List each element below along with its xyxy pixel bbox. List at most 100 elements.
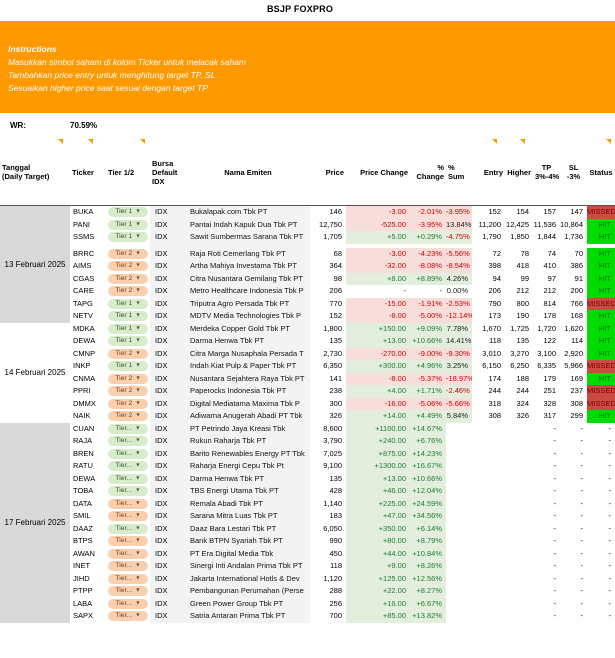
tier-dropdown[interactable]: Tier... ▼ [108, 536, 148, 547]
price-change-cell: +13.00 [346, 472, 410, 485]
higher-cell [505, 560, 533, 573]
tier-dropdown[interactable]: Tier... ▼ [108, 448, 148, 459]
tp-cell: 11,536 [533, 219, 556, 229]
higher-cell [505, 610, 533, 623]
pct-change-cell: +1.71% [410, 385, 446, 398]
sl-cell: 169 [570, 373, 583, 383]
tier-dropdown[interactable]: Tier... ▼ [108, 586, 148, 597]
tier-dropdown[interactable]: Tier 1 ▼ [108, 298, 148, 309]
chevron-down-icon: ▼ [135, 475, 141, 482]
tier-dropdown[interactable]: Tier... ▼ [108, 561, 148, 572]
entry-cell: 790 [488, 298, 501, 308]
tier-dropdown[interactable]: Tier... ▼ [108, 611, 148, 622]
tier-dropdown[interactable]: Tier... ▼ [108, 473, 148, 484]
header-tp: TP 3%-4% [535, 163, 560, 181]
tier-label: Tier... [115, 499, 133, 507]
tier-dropdown[interactable]: Tier 1 ▼ [108, 336, 148, 347]
tier-dropdown[interactable]: Tier... ▼ [108, 498, 148, 509]
ticker-cell: MDKA [73, 323, 95, 333]
sl-cell: 2,920 [564, 348, 583, 358]
pct-sum-cell: 4.26% [446, 272, 472, 285]
tier-dropdown[interactable]: Tier 2 ▼ [108, 348, 148, 359]
company-name-cell: Raja Roti Cemerlang Tbk PT [186, 247, 310, 260]
price-cell: 1,705 [323, 232, 342, 241]
chevron-down-icon: ▼ [135, 262, 141, 269]
tier-dropdown[interactable]: Tier... ▼ [108, 511, 148, 522]
sl-cell: 200 [570, 286, 583, 295]
entry-cell: 94 [492, 273, 501, 283]
sl-cell: - [580, 423, 584, 433]
higher-cell: 326 [516, 411, 529, 420]
entry-cell [472, 548, 505, 561]
price-change-cell: +85.00 [346, 610, 410, 623]
tier-dropdown[interactable]: Tier... ▼ [108, 423, 148, 434]
tier-dropdown[interactable]: Tier 2 ▼ [108, 273, 148, 284]
higher-cell [505, 435, 533, 448]
entry-cell [472, 435, 505, 448]
price-change-cell: +300.00 [346, 360, 410, 373]
ticker-cell: TOBA [73, 486, 94, 495]
bursa-cell: IDX [150, 560, 186, 573]
price-cell: 146 [329, 207, 342, 216]
date-group: 13 Februari 2025 BUKA Tier 1 ▼ IDX Bukalapak.… [0, 206, 615, 323]
tier-label: Tier 1 [115, 220, 133, 228]
price-cell: 135 [329, 473, 342, 483]
chevron-down-icon: ▼ [135, 208, 141, 215]
pct-sum-cell [446, 560, 472, 573]
tp-cell: - [553, 586, 557, 595]
ticker-cell: NETV [73, 311, 94, 320]
tier-dropdown[interactable]: Tier 2 ▼ [108, 411, 148, 422]
bursa-cell: IDX [150, 510, 186, 523]
tier-dropdown[interactable]: Tier 2 ▼ [108, 398, 148, 409]
table-row: PTPP Tier... ▼ IDX Pembangunan Perumahan (Pe… [70, 585, 615, 598]
entry-cell [472, 560, 505, 573]
tier-label: Tier... [115, 574, 133, 582]
tier-cell: Tier... ▼ [106, 485, 150, 498]
bursa-cell: IDX [150, 231, 186, 244]
price-change-cell: +46.00 [346, 485, 410, 498]
entry-cell [472, 535, 505, 548]
tier-label: Tier 1 [115, 299, 133, 307]
ticker-cell: TAPG [73, 298, 93, 308]
sl-cell: - [580, 473, 584, 483]
tier-dropdown[interactable]: Tier... ▼ [108, 548, 148, 559]
tier-cell: Tier... ▼ [106, 560, 150, 573]
pct-sum-cell [446, 585, 472, 598]
tier-dropdown[interactable]: Tier 1 ▼ [108, 232, 148, 243]
entry-cell [472, 460, 505, 473]
price-cell: 700 [329, 611, 342, 620]
tier-dropdown[interactable]: Tier 2 ▼ [108, 261, 148, 272]
tier-label: Tier... [115, 474, 133, 482]
tier-dropdown[interactable]: Tier 2 ▼ [108, 286, 148, 297]
tier-dropdown[interactable]: Tier... ▼ [108, 573, 148, 584]
tier-dropdown[interactable]: Tier... ▼ [108, 523, 148, 534]
pct-sum-cell: -9.30% [446, 347, 472, 360]
date-cell: 17 Februari 2025 [0, 422, 70, 623]
header-pct-sum: % Sum [448, 163, 465, 181]
pct-change-cell: +8.89% [410, 272, 446, 285]
tier-label: Tier 2 [115, 262, 133, 270]
tier-dropdown[interactable]: Tier... ▼ [108, 598, 148, 609]
note-indicator-icon [520, 139, 525, 144]
chevron-down-icon: ▼ [135, 412, 141, 419]
price-change-cell: -8.00 [346, 310, 410, 323]
price-change-cell: +22.00 [346, 585, 410, 598]
tp-cell: - [553, 536, 557, 545]
tier-dropdown[interactable]: Tier 1 ▼ [108, 323, 148, 334]
table-row: CMNP Tier 2 ▼ IDX Citra Marga Nusaphala Pers… [70, 347, 615, 360]
tier-dropdown[interactable]: Tier 2 ▼ [108, 248, 148, 259]
tier-dropdown[interactable]: Tier 2 ▼ [108, 386, 148, 397]
tier-dropdown[interactable]: Tier 1 ▼ [108, 207, 148, 218]
tier-dropdown[interactable]: Tier... ▼ [108, 436, 148, 447]
tier-dropdown[interactable]: Tier 1 ▼ [108, 361, 148, 372]
tier-dropdown[interactable]: Tier 1 ▼ [108, 311, 148, 322]
chevron-down-icon: ▼ [135, 250, 141, 257]
price-cell: 12,750 [319, 219, 342, 229]
company-name-cell: Metro Healthcare Indonesia Tbk P [186, 285, 310, 298]
ticker-cell: LABA [73, 598, 93, 608]
tier-label: Tier... [115, 549, 133, 557]
tier-dropdown[interactable]: Tier 2 ▼ [108, 373, 148, 384]
tier-dropdown[interactable]: Tier 1 ▼ [108, 219, 148, 230]
tier-dropdown[interactable]: Tier... ▼ [108, 461, 148, 472]
tier-dropdown[interactable]: Tier... ▼ [108, 486, 148, 497]
